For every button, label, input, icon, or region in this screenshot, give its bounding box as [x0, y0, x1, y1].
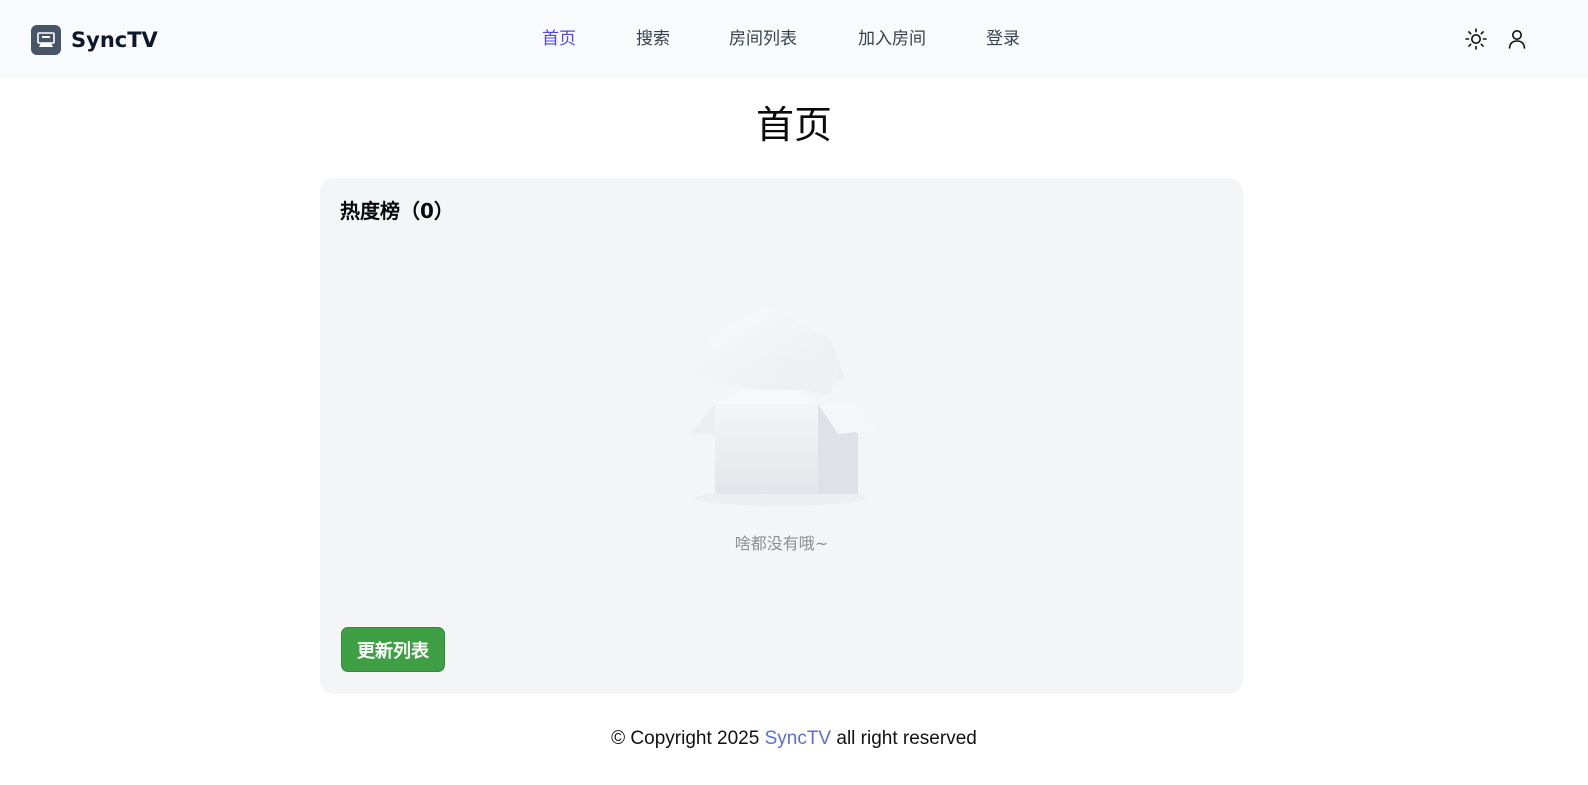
- nav-item-login[interactable]: 登录: [986, 26, 1020, 52]
- user-icon[interactable]: [1504, 26, 1530, 52]
- sun-icon[interactable]: [1463, 26, 1489, 52]
- nav-item-search[interactable]: 搜索: [636, 26, 670, 52]
- footer-brand-link[interactable]: SyncTV: [765, 728, 832, 749]
- hot-list-card: 热度榜（0） 啥都没有哦~ 更新列表: [320, 178, 1243, 694]
- empty-state-text: 啥都没有哦~: [734, 534, 829, 553]
- nav-item-join-room[interactable]: 加入房间: [858, 26, 926, 52]
- nav-item-room-list[interactable]: 房间列表: [729, 26, 797, 52]
- nav-item-home[interactable]: 首页: [542, 26, 576, 52]
- top-navbar: SyncTV 首页 搜索 房间列表 加入房间 登录: [0, 0, 1588, 78]
- refresh-list-button[interactable]: 更新列表: [341, 627, 445, 672]
- footer: © Copyright 2025 SyncTV all right reserv…: [0, 725, 1588, 753]
- empty-box-icon: [680, 298, 890, 508]
- main-nav: 首页 搜索 房间列表 加入房间 登录: [0, 0, 1588, 78]
- footer-copyright-suffix: all right reserved: [831, 728, 977, 749]
- hot-list-title: 热度榜（0）: [340, 199, 454, 223]
- footer-copyright-prefix: © Copyright 2025: [611, 728, 765, 749]
- page-title: 首页: [755, 103, 832, 147]
